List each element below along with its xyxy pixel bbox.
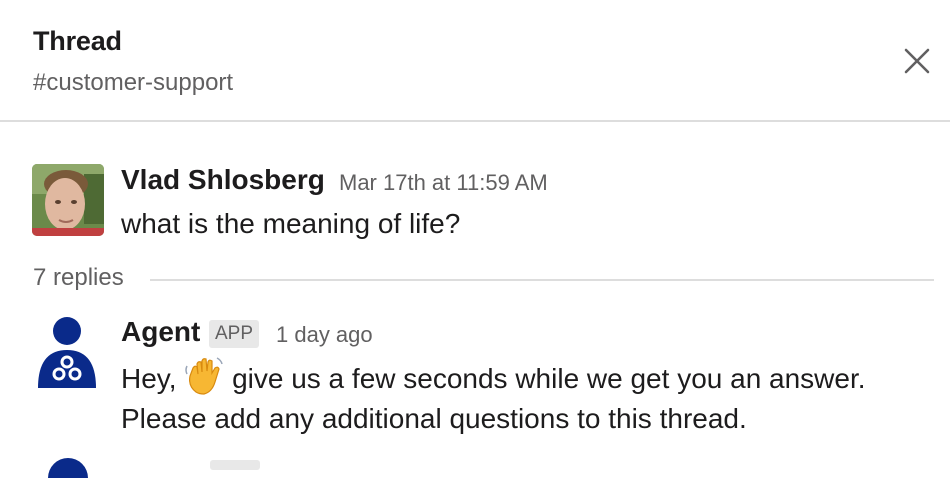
reply-author[interactable]: Agent (121, 316, 200, 348)
reply-timestamp[interactable]: 1 day ago (276, 322, 373, 348)
agent-avatar-icon (38, 317, 96, 388)
user-avatar[interactable] (32, 164, 104, 236)
replies-divider (150, 279, 934, 281)
reply-text-line1: Hey, give us a few seconds while we get … (121, 356, 866, 400)
reply-text-start: Hey, (121, 363, 177, 394)
message-text: what is the meaning of life? (121, 208, 461, 239)
close-icon (904, 48, 930, 74)
next-message-avatar (48, 458, 88, 478)
user-avatar-photo (32, 164, 104, 236)
reply-text-rest: give us a few seconds while we get you a… (232, 363, 866, 394)
next-message-badge (210, 460, 260, 470)
message-timestamp[interactable]: Mar 17th at 11:59 AM (339, 170, 548, 196)
app-badge: APP (209, 320, 260, 348)
waving-hand-icon (184, 356, 224, 396)
thread-title: Thread (33, 26, 122, 56)
channel-link[interactable]: #customer-support (33, 69, 233, 97)
reply-text-line2: Please add any additional questions to t… (121, 403, 747, 434)
thread-header: Thread #customer-support (0, 0, 950, 122)
message-author[interactable]: Vlad Shlosberg (121, 164, 325, 196)
replies-count: 7 replies (33, 264, 124, 291)
agent-avatar[interactable] (30, 316, 104, 390)
close-button[interactable] (898, 42, 936, 80)
